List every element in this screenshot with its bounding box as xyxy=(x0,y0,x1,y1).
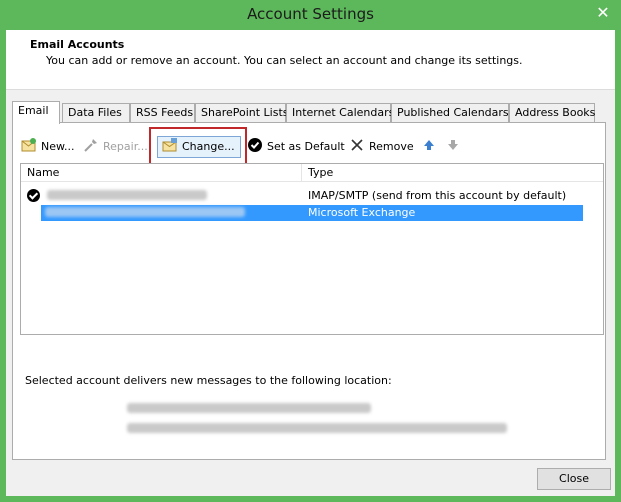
titlebar: Account Settings ✕ xyxy=(0,0,621,30)
header-band: Email Accounts You can add or remove an … xyxy=(6,30,615,90)
redacted-account-name xyxy=(47,190,207,200)
arrow-up-icon xyxy=(421,137,437,153)
tab-published-calendars[interactable]: Published Calendars xyxy=(391,103,509,123)
account-row[interactable]: IMAP/SMTP (send from this account by def… xyxy=(21,188,603,204)
close-icon[interactable]: ✕ xyxy=(591,3,615,23)
tab-internet-calendars[interactable]: Internet Calendars xyxy=(286,103,394,123)
remove-button-label: Remove xyxy=(369,140,414,153)
tab-address-books[interactable]: Address Books xyxy=(509,103,595,123)
tab-email[interactable]: Email xyxy=(12,101,60,124)
account-toolbar: New... Repair... Change... Set as Defaul… xyxy=(21,127,601,167)
section-description: You can add or remove an account. You ca… xyxy=(46,54,523,67)
move-up-button[interactable] xyxy=(421,137,441,155)
remove-x-icon xyxy=(349,137,365,153)
accounts-list: Name Type IMAP/SMTP (send from this acco… xyxy=(20,163,604,335)
window-title: Account Settings xyxy=(247,5,374,23)
email-tab-panel: New... Repair... Change... Set as Defaul… xyxy=(12,122,606,460)
default-check-icon xyxy=(247,137,263,153)
move-down-button[interactable] xyxy=(445,137,465,155)
repair-button-label: Repair... xyxy=(103,140,148,153)
account-settings-window: Account Settings ✕ Email Accounts You ca… xyxy=(0,0,621,502)
arrow-down-icon xyxy=(445,137,461,153)
highlight-box xyxy=(149,127,247,167)
new-button-label: New... xyxy=(41,140,75,153)
dialog-client: Email Accounts You can add or remove an … xyxy=(6,30,615,496)
set-as-default-label: Set as Default xyxy=(267,140,345,153)
column-header-type[interactable]: Type xyxy=(308,166,333,179)
column-header-name[interactable]: Name xyxy=(27,166,59,179)
tab-rss-feeds[interactable]: RSS Feeds xyxy=(130,103,195,123)
redacted-delivery-mailbox xyxy=(127,403,371,413)
new-button[interactable]: New... xyxy=(21,137,74,155)
tab-data-files[interactable]: Data Files xyxy=(62,103,130,123)
repair-tools-icon xyxy=(83,137,99,153)
section-title: Email Accounts xyxy=(30,38,125,51)
account-type: Microsoft Exchange xyxy=(308,206,416,219)
redacted-delivery-path xyxy=(127,423,507,433)
tab-sharepoint-lists[interactable]: SharePoint Lists xyxy=(195,103,289,123)
default-account-check-icon xyxy=(27,189,40,202)
set-as-default-button[interactable]: Set as Default xyxy=(247,137,345,155)
tab-strip: Email Data Files RSS Feeds SharePoint Li… xyxy=(12,101,612,124)
repair-button[interactable]: Repair... xyxy=(83,137,148,155)
account-row[interactable]: Microsoft Exchange xyxy=(21,205,603,221)
list-header: Name Type xyxy=(21,164,603,182)
remove-button[interactable]: Remove xyxy=(349,137,414,155)
column-divider[interactable] xyxy=(301,164,302,182)
new-account-icon xyxy=(21,137,37,153)
account-type: IMAP/SMTP (send from this account by def… xyxy=(308,189,567,202)
delivery-location-label: Selected account delivers new messages t… xyxy=(25,374,392,387)
redacted-account-name xyxy=(45,207,245,217)
close-button[interactable]: Close xyxy=(537,468,611,490)
